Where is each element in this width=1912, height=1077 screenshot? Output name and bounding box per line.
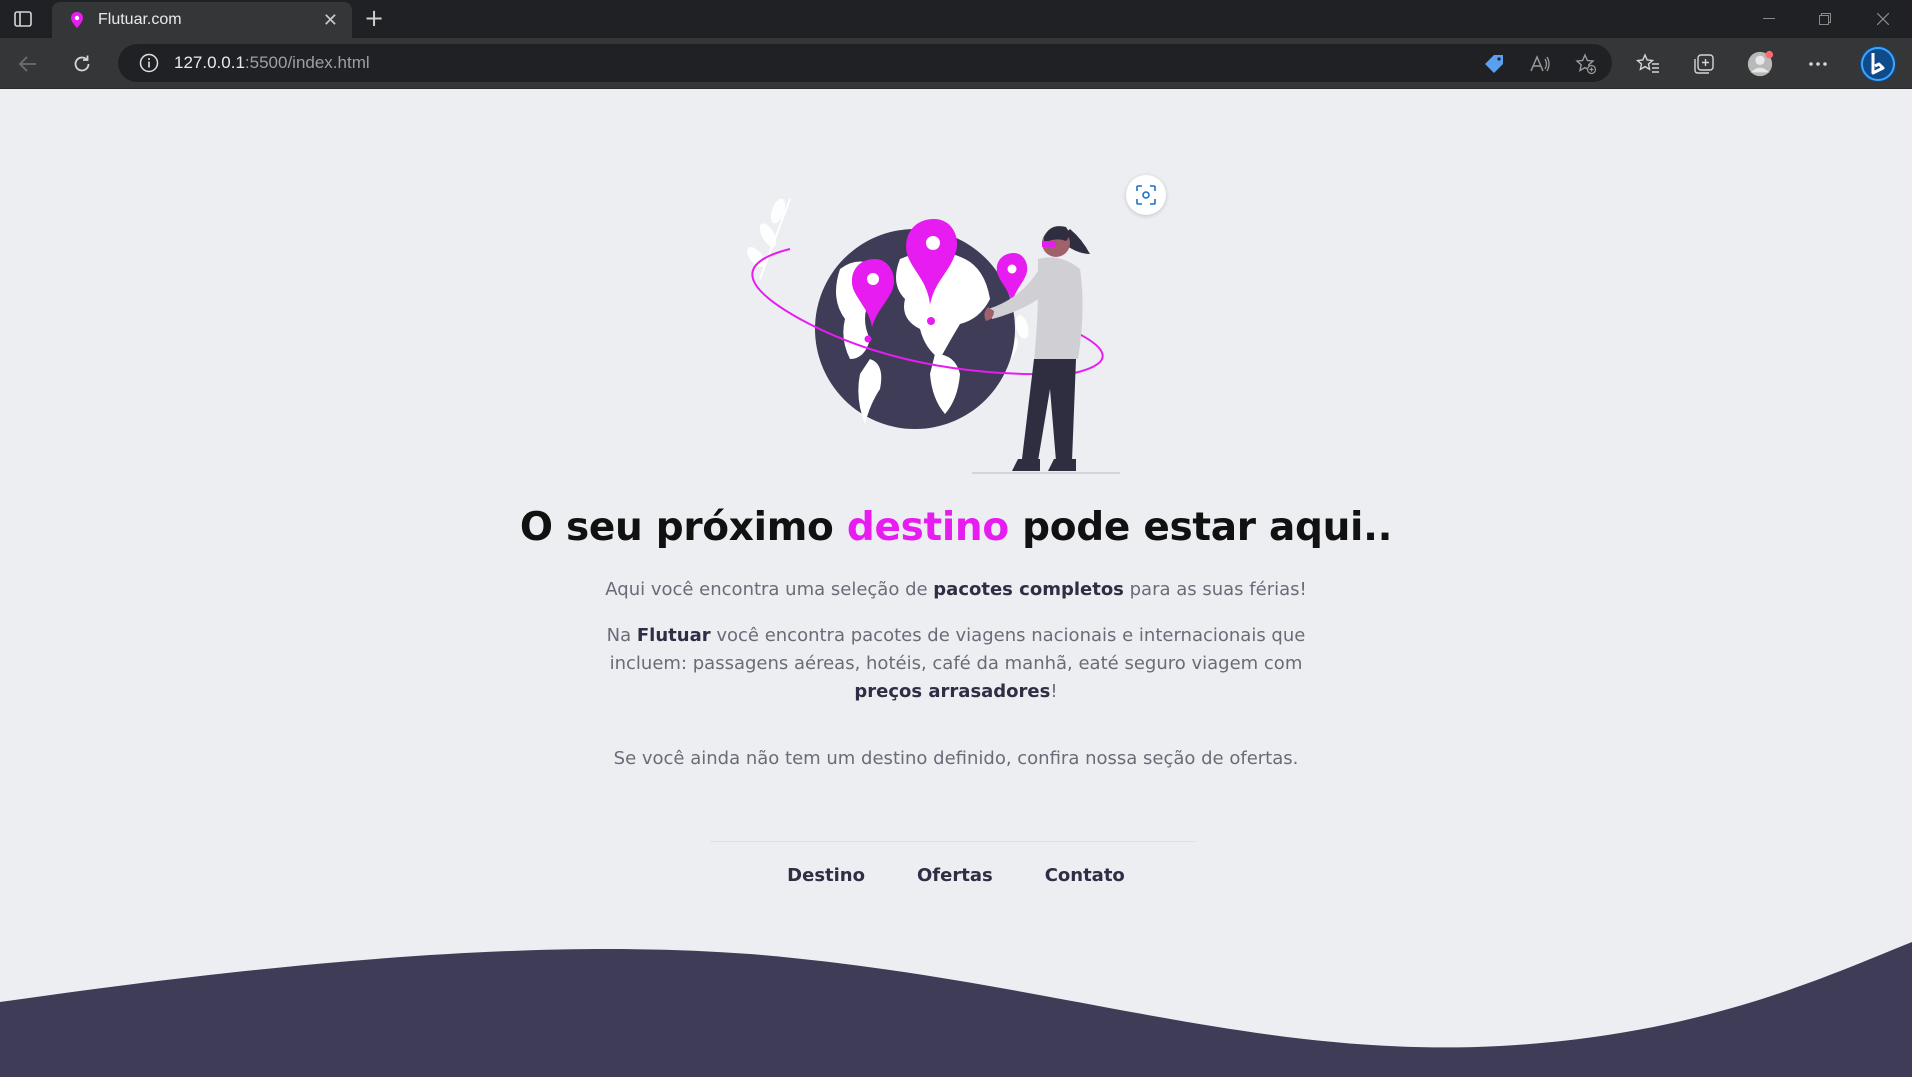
profile-avatar-icon[interactable] — [1746, 50, 1774, 78]
title-suffix: pode estar aqui.. — [1008, 505, 1393, 550]
brand-name: Flutuar — [636, 625, 711, 646]
location-pin-favicon-icon — [71, 12, 83, 28]
bing-copilot-icon[interactable] — [1858, 44, 1898, 84]
tab-title: Flutuar.com — [98, 11, 182, 28]
collections-icon[interactable] — [1690, 50, 1718, 78]
page-title: O seu próximo destino pode estar aqui.. — [0, 505, 1912, 550]
favorites-icon[interactable] — [1634, 50, 1662, 78]
main-nav: Destino Ofertas Contato — [0, 865, 1912, 886]
more-menu-icon[interactable] — [1804, 50, 1832, 78]
travel-globe-illustration — [747, 198, 1120, 474]
back-arrow-icon[interactable] — [10, 46, 46, 82]
title-prefix: O seu próximo — [519, 505, 847, 550]
intro-text-post: para as suas férias! — [1123, 579, 1307, 600]
body-text-mid: você encontra pacotes de viagens naciona… — [609, 625, 1306, 674]
new-tab-button[interactable]: + — [360, 6, 388, 32]
browser-tab-bar: Flutuar.com ✕ + — [0, 0, 1912, 38]
page-content: O seu próximo destino pode estar aqui.. … — [0, 89, 1912, 1077]
nav-link-ofertas[interactable]: Ofertas — [917, 865, 993, 886]
site-info-icon[interactable] — [138, 52, 160, 74]
url-host: 127.0.0.1 — [174, 53, 245, 72]
tab-actions-icon[interactable] — [6, 6, 40, 32]
url-path: :5500/index.html — [244, 53, 370, 72]
body-text-pre: Na — [606, 625, 637, 646]
intro-highlight: pacotes completos — [933, 579, 1124, 600]
minimize-icon[interactable] — [1746, 6, 1792, 32]
add-favorite-icon[interactable] — [1574, 52, 1598, 76]
description-paragraph: Na Flutuar você encontra pacotes de viag… — [606, 622, 1306, 706]
price-tag-icon[interactable] — [1482, 52, 1506, 76]
address-bar[interactable]: 127.0.0.1:5500/index.html — [118, 44, 1612, 82]
url-text[interactable]: 127.0.0.1:5500/index.html — [174, 53, 370, 73]
visual-search-icon[interactable] — [1126, 175, 1166, 215]
intro-paragraph: Aqui você encontra uma seleção de pacote… — [556, 576, 1356, 604]
body-text-end: ! — [1050, 681, 1058, 702]
tab-close-icon[interactable]: ✕ — [323, 10, 338, 31]
nav-link-contato[interactable]: Contato — [1045, 865, 1125, 886]
price-highlight: preços arrasadores — [854, 681, 1051, 702]
offers-note: Se você ainda não tem um destino definid… — [613, 748, 1299, 769]
window-close-icon[interactable] — [1860, 6, 1906, 32]
browser-toolbar: 127.0.0.1:5500/index.html — [0, 38, 1912, 88]
reload-icon[interactable] — [64, 46, 100, 82]
footer-wave — [0, 942, 1912, 1077]
nav-link-destino[interactable]: Destino — [787, 865, 865, 886]
read-aloud-icon[interactable] — [1528, 52, 1552, 76]
intro-text-pre: Aqui você encontra uma seleção de — [605, 579, 934, 600]
browser-tab[interactable]: Flutuar.com ✕ — [52, 2, 352, 38]
nav-divider — [710, 841, 1196, 842]
restore-icon[interactable] — [1802, 6, 1848, 32]
title-accent: destino — [846, 505, 1009, 550]
